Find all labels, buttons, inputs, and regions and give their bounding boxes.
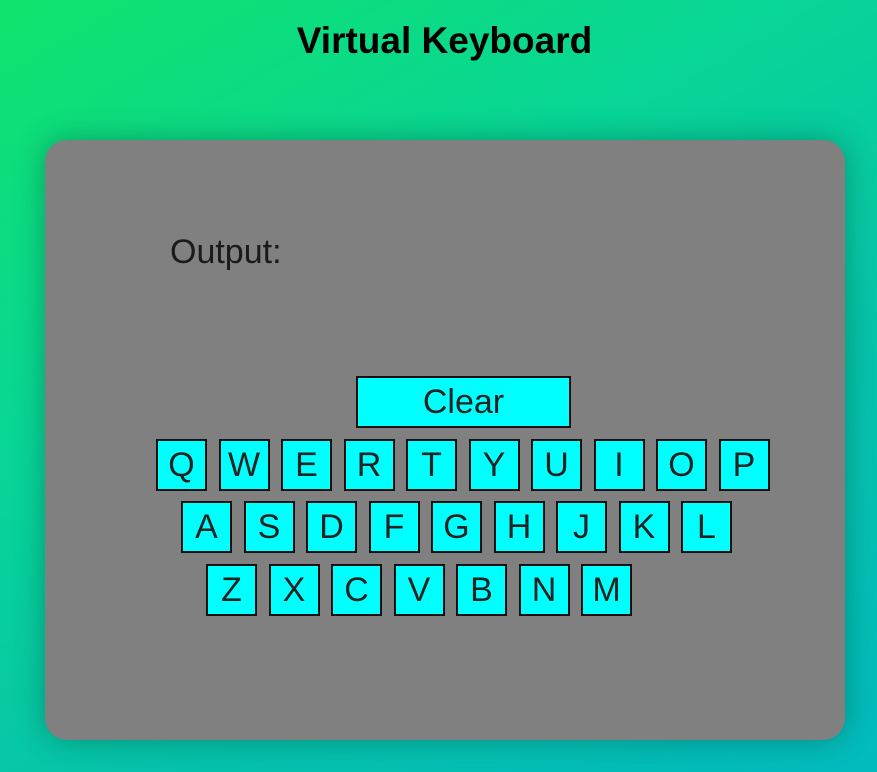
key-o[interactable]: O	[656, 439, 707, 491]
key-b[interactable]: B	[456, 564, 507, 616]
key-p[interactable]: P	[718, 439, 770, 491]
keyboard-row-1: Q W E R T Y U I O P	[156, 439, 781, 491]
key-x[interactable]: X	[268, 564, 320, 616]
output-label: Output:	[170, 233, 282, 271]
output-display: Output:	[170, 232, 282, 272]
key-e[interactable]: E	[281, 439, 332, 491]
key-g[interactable]: G	[431, 501, 482, 553]
key-j[interactable]: J	[556, 501, 607, 553]
key-t[interactable]: T	[406, 439, 457, 491]
key-u[interactable]: U	[531, 439, 582, 491]
key-f[interactable]: F	[368, 501, 420, 553]
page-title: Virtual Keyboard	[296, 20, 593, 61]
key-n[interactable]: N	[518, 564, 570, 616]
key-z[interactable]: Z	[206, 564, 257, 616]
key-v[interactable]: V	[393, 564, 445, 616]
key-w[interactable]: W	[218, 439, 270, 491]
keyboard-panel: Output: Clear Q W E R T Y U I O P A S D …	[45, 140, 845, 740]
key-l[interactable]: L	[681, 501, 732, 553]
clear-button[interactable]: Clear	[356, 376, 571, 428]
keyboard-row-3: Z X C V B N M	[206, 564, 644, 616]
key-q[interactable]: Q	[156, 439, 207, 491]
key-m[interactable]: M	[581, 564, 632, 616]
key-d[interactable]: D	[306, 501, 357, 553]
key-k[interactable]: K	[618, 501, 670, 553]
key-i[interactable]: I	[593, 439, 645, 491]
key-y[interactable]: Y	[468, 439, 520, 491]
key-a[interactable]: A	[181, 501, 232, 553]
key-c[interactable]: C	[331, 564, 382, 616]
keyboard-row-2: A S D F G H J K L	[181, 501, 744, 553]
key-r[interactable]: R	[343, 439, 395, 491]
key-s[interactable]: S	[243, 501, 295, 553]
key-h[interactable]: H	[493, 501, 545, 553]
